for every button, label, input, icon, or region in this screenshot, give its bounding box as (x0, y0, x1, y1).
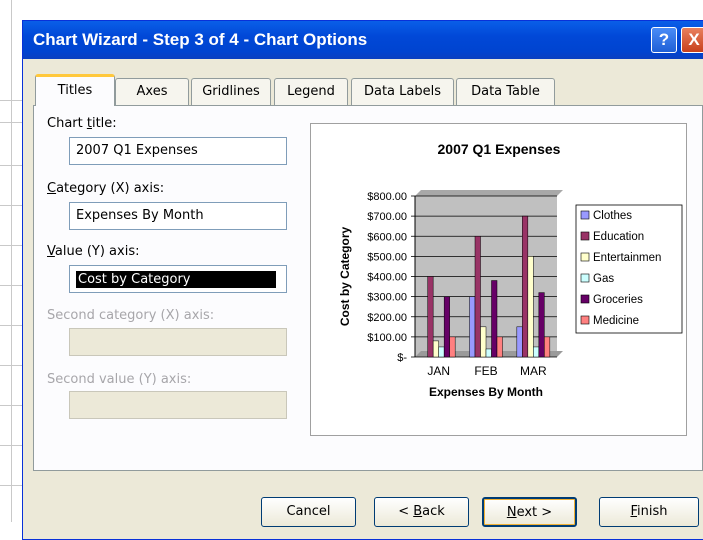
help-button[interactable]: ? (651, 27, 677, 53)
next-button[interactable]: Next > (482, 497, 577, 527)
legend-label: Entertainmen (593, 252, 661, 264)
legend-swatch (580, 273, 590, 283)
tab-axes[interactable]: Axes (115, 78, 189, 105)
tab-titles[interactable]: Titles (35, 74, 115, 106)
y-axis-title: Cost by Category (338, 227, 352, 327)
bar (522, 215, 529, 358)
y-tick-label: $400.00 (367, 272, 407, 284)
sheet-row-divider (0, 122, 22, 123)
legend-swatch (580, 252, 590, 262)
chart-wizard-dialog: Chart Wizard - Step 3 of 4 - Chart Optio… (22, 20, 703, 540)
chart-title: 2007 Q1 Expenses (438, 141, 561, 157)
value-axis-label: Value (Y) axis: (47, 244, 140, 259)
sheet-row-divider (0, 165, 22, 166)
y-tick-label: $700.00 (367, 211, 407, 223)
chart-preview: 2007 Q1 Expenses $800.00 $700.00 $600.00 $50… (310, 123, 687, 436)
window-title: Chart Wizard - Step 3 of 4 - Chart Optio… (33, 30, 368, 49)
second-value-axis-label: Second value (Y) axis: (47, 372, 192, 387)
y-tick-label: $800.00 (367, 191, 407, 203)
legend-box (575, 204, 683, 334)
bar (469, 296, 476, 358)
legend-label: Education (593, 231, 644, 243)
category-axis-input[interactable]: Expenses By Month (69, 202, 287, 230)
bar (485, 348, 492, 358)
x-axis-title: Expenses By Month (429, 385, 543, 399)
bar (432, 340, 439, 358)
tab-gridlines[interactable]: Gridlines (191, 78, 271, 105)
sheet-row-divider (0, 285, 22, 286)
sheet-row-divider (0, 485, 22, 486)
back-button[interactable]: < Back (374, 497, 469, 527)
sheet-row-divider (0, 365, 22, 366)
category-axis-label: Category (X) axis: (47, 181, 165, 196)
y-tick-label: $200.00 (367, 312, 407, 324)
bar (480, 326, 487, 358)
sheet-row-divider (0, 245, 22, 246)
cancel-button[interactable]: Cancel (261, 497, 356, 527)
legend-label: Clothes (593, 210, 632, 222)
title-bar[interactable]: Chart Wizard - Step 3 of 4 - Chart Optio… (23, 21, 703, 59)
y-tick-label: $600.00 (367, 231, 407, 243)
bar (474, 236, 481, 358)
finish-button[interactable]: Finish (599, 497, 699, 527)
value-axis-input[interactable]: Cost by Category (69, 265, 287, 293)
bar (538, 292, 545, 358)
bar (443, 296, 450, 358)
sheet-row-divider (0, 325, 22, 326)
x-tick-label: JAN (427, 364, 450, 378)
y-tick-label: $100.00 (367, 332, 407, 344)
bar (449, 336, 456, 358)
bar (491, 280, 498, 358)
sheet-column-divider (11, 0, 12, 522)
value-axis-selected-text: Cost by Category (76, 271, 276, 288)
bar (496, 336, 503, 358)
bar (533, 346, 540, 358)
chart-title-input[interactable]: 2007 Q1 Expenses (69, 137, 287, 165)
legend-label: Gas (593, 273, 614, 285)
y-tick-label: $500.00 (367, 251, 407, 263)
second-category-axis-input (69, 328, 287, 356)
bar (438, 346, 445, 358)
tab-data-table[interactable]: Data Table (456, 78, 555, 105)
x-tick-label: MAR (520, 364, 547, 378)
chart-svg: 2007 Q1 Expenses $800.00 $700.00 $600.00 $50… (338, 141, 683, 399)
legend-swatch (580, 294, 590, 304)
y-tick-label: $- (397, 352, 407, 364)
bar (527, 256, 534, 358)
second-category-axis-label: Second category (X) axis: (47, 308, 215, 323)
legend-swatch (580, 315, 590, 325)
tab-legend[interactable]: Legend (274, 78, 348, 105)
legend-swatch (580, 231, 590, 241)
legend-label: Groceries (593, 294, 643, 306)
legend-label: Medicine (593, 315, 639, 327)
x-tick-label: FEB (474, 364, 497, 378)
bar (427, 276, 434, 358)
sheet-row-divider (0, 445, 22, 446)
bar (544, 336, 551, 358)
legend-swatch (580, 210, 590, 220)
sheet-row-divider (0, 100, 22, 101)
y-tick-label: $300.00 (367, 292, 407, 304)
plot-top-wall (415, 190, 563, 196)
second-value-axis-input (69, 391, 287, 419)
tab-data-labels[interactable]: Data Labels (351, 78, 454, 105)
bar (516, 326, 523, 358)
sheet-row-divider (0, 405, 22, 406)
sheet-row-divider (0, 205, 22, 206)
close-button[interactable]: X (681, 27, 703, 53)
chart-title-label: Chart title: (47, 116, 117, 131)
